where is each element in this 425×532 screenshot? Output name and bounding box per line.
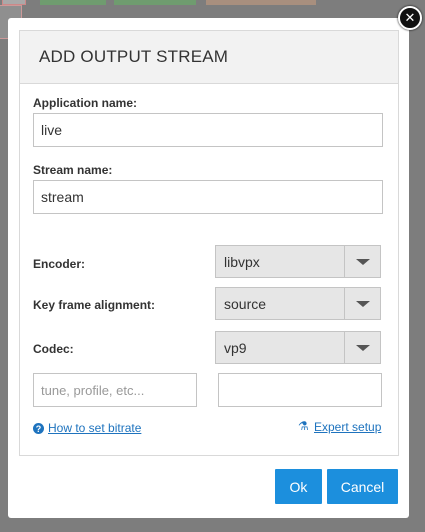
encoder-value: libvpx xyxy=(224,253,260,270)
chevron-down-icon xyxy=(355,300,370,307)
add-output-stream-dialog: ADD OUTPUT STREAM Application name: live… xyxy=(8,18,409,518)
codec-dropdown-button[interactable] xyxy=(344,332,380,363)
application-name-label: Application name: xyxy=(33,96,138,110)
dialog-body: ADD OUTPUT STREAM Application name: live… xyxy=(19,30,399,456)
chevron-down-icon xyxy=(355,344,370,351)
application-name-value: live xyxy=(41,122,63,138)
background-element xyxy=(40,0,106,5)
background-element xyxy=(206,0,316,5)
application-name-input[interactable]: live xyxy=(33,113,383,147)
chevron-down-icon xyxy=(355,258,370,265)
stream-name-value: stream xyxy=(41,189,84,205)
expert-setup-link[interactable]: Expert setup xyxy=(314,420,381,434)
extra-params-input[interactable]: tune, profile, etc... xyxy=(33,373,197,407)
flask-icon: ⚗ xyxy=(298,419,309,433)
key-frame-alignment-label: Key frame alignment: xyxy=(33,298,156,312)
codec-select[interactable]: vp9 xyxy=(215,331,381,364)
ok-button[interactable]: Ok xyxy=(275,469,322,504)
bitrate-input[interactable] xyxy=(218,373,382,407)
stream-name-label: Stream name: xyxy=(33,163,113,177)
how-to-set-bitrate-link[interactable]: How to set bitrate xyxy=(48,421,141,435)
codec-value: vp9 xyxy=(224,339,247,356)
question-circle-icon: ? xyxy=(33,423,44,434)
key-frame-alignment-dropdown-button[interactable] xyxy=(344,288,380,319)
key-frame-alignment-value: source xyxy=(224,295,267,312)
dialog-header: ADD OUTPUT STREAM xyxy=(20,31,398,84)
key-frame-alignment-select[interactable]: source xyxy=(215,287,381,320)
stream-name-input[interactable]: stream xyxy=(33,180,383,214)
cancel-button[interactable]: Cancel xyxy=(327,469,398,504)
extra-params-placeholder: tune, profile, etc... xyxy=(41,382,145,398)
background-element xyxy=(114,0,196,5)
codec-label: Codec: xyxy=(33,342,74,356)
close-icon[interactable]: ✕ xyxy=(398,6,422,30)
encoder-label: Encoder: xyxy=(33,257,86,271)
dialog-title: ADD OUTPUT STREAM xyxy=(39,47,229,66)
encoder-select[interactable]: libvpx xyxy=(215,245,381,278)
encoder-dropdown-button[interactable] xyxy=(344,246,380,277)
